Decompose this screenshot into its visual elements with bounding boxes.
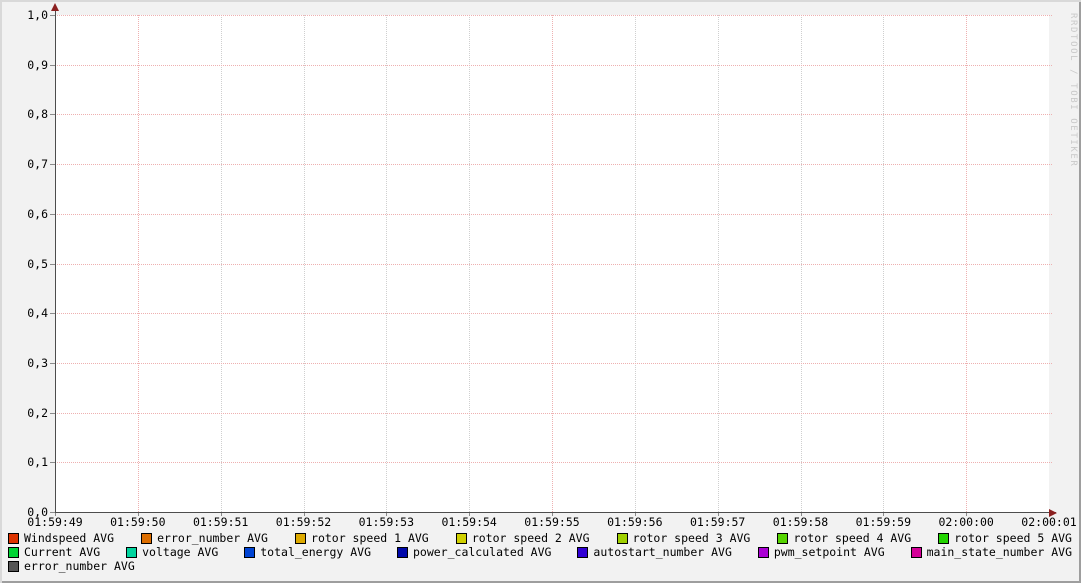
legend: Windspeed AVG error_number AVG rotor speed…: [8, 531, 1072, 573]
legend-item: voltage AVG: [126, 545, 218, 559]
y-axis-arrow-icon: [51, 3, 59, 11]
legend-item: error_number AVG: [141, 531, 268, 545]
y-axis-tick-label: 1,0: [0, 9, 48, 21]
y-axis-tick-label: 0,5: [0, 258, 48, 270]
y-axis-tick-label: 0,1: [0, 456, 48, 468]
x-axis-tick-label: 01:59:58: [766, 516, 836, 528]
legend-color-swatch: [8, 533, 19, 544]
grid-line-horizontal: [55, 264, 1052, 265]
x-axis-tick-label: 01:59:51: [186, 516, 256, 528]
rrdtool-watermark: RRDTOOL / TOBI OETIKER: [1068, 13, 1078, 167]
grid-line-horizontal: [55, 164, 1052, 165]
legend-item-label: rotor speed 3 AVG: [633, 531, 751, 545]
y-axis-tick-label: 0,3: [0, 357, 48, 369]
legend-item-label: voltage AVG: [142, 545, 218, 559]
legend-row: Current AVG voltage AVG total_energy AVG po…: [8, 545, 1072, 559]
legend-item-label: Current AVG: [24, 545, 100, 559]
legend-color-swatch: [141, 533, 152, 544]
x-axis-tick-label: 01:59:53: [351, 516, 421, 528]
legend-item-label: rotor speed 2 AVG: [472, 531, 590, 545]
legend-item: Windspeed AVG: [8, 531, 114, 545]
legend-color-swatch: [244, 547, 255, 558]
grid-line-horizontal: [55, 313, 1052, 314]
legend-item: power_calculated AVG: [397, 545, 551, 559]
legend-color-swatch: [295, 533, 306, 544]
legend-item-label: error_number AVG: [157, 531, 268, 545]
legend-item: pwm_setpoint AVG: [758, 545, 885, 559]
y-axis-tick-label: 0,8: [0, 108, 48, 120]
x-axis-tick-label: 02:00:01: [1014, 516, 1081, 528]
x-axis-tick-label: 01:59:59: [848, 516, 918, 528]
legend-item-label: error_number AVG: [24, 559, 135, 573]
legend-item: autostart_number AVG: [577, 545, 731, 559]
x-axis-tick-label: 01:59:54: [434, 516, 504, 528]
rrdtool-graph: 0,00,10,20,30,40,50,60,70,80,91,001:59:4…: [0, 0, 1081, 583]
legend-color-swatch: [758, 547, 769, 558]
legend-color-swatch: [777, 533, 788, 544]
legend-item-label: pwm_setpoint AVG: [774, 545, 885, 559]
legend-color-swatch: [8, 547, 19, 558]
legend-item: rotor speed 2 AVG: [456, 531, 590, 545]
legend-item: Current AVG: [8, 545, 100, 559]
legend-color-swatch: [617, 533, 628, 544]
legend-item: rotor speed 4 AVG: [777, 531, 911, 545]
legend-row: Windspeed AVG error_number AVG rotor speed…: [8, 531, 1072, 545]
grid-line-horizontal: [55, 413, 1052, 414]
legend-item: total_energy AVG: [244, 545, 371, 559]
legend-item-label: autostart_number AVG: [593, 545, 731, 559]
grid-line-horizontal: [55, 15, 1052, 16]
legend-item-label: total_energy AVG: [260, 545, 371, 559]
y-axis-tick-label: 0,4: [0, 307, 48, 319]
y-axis-tick-label: 0,7: [0, 158, 48, 170]
legend-color-swatch: [911, 547, 922, 558]
legend-color-swatch: [397, 547, 408, 558]
legend-color-swatch: [938, 533, 949, 544]
legend-color-swatch: [126, 547, 137, 558]
legend-item-label: rotor speed 1 AVG: [311, 531, 429, 545]
x-axis-tick-label: 01:59:55: [517, 516, 587, 528]
grid-line-horizontal: [55, 65, 1052, 66]
x-axis-tick-label: 01:59:50: [103, 516, 173, 528]
legend-color-swatch: [8, 561, 19, 572]
legend-item-label: power_calculated AVG: [413, 545, 551, 559]
y-axis-line: [55, 9, 56, 513]
legend-item-label: main_state_number AVG: [927, 545, 1072, 559]
y-axis-tick-label: 0,6: [0, 208, 48, 220]
legend-item: error_number AVG: [8, 559, 135, 573]
legend-item: main_state_number AVG: [911, 545, 1072, 559]
legend-item: rotor speed 1 AVG: [295, 531, 429, 545]
legend-color-swatch: [456, 533, 467, 544]
y-axis-tick-label: 0,9: [0, 59, 48, 71]
x-axis-tick-label: 01:59:56: [600, 516, 670, 528]
grid-line-horizontal: [55, 114, 1052, 115]
y-axis-tick-label: 0,2: [0, 407, 48, 419]
legend-item: rotor speed 3 AVG: [617, 531, 751, 545]
x-axis-tick-label: 02:00:00: [931, 516, 1001, 528]
x-axis-tick-label: 01:59:52: [269, 516, 339, 528]
legend-item-label: rotor speed 4 AVG: [793, 531, 911, 545]
grid-line-horizontal: [55, 363, 1052, 364]
grid-line-horizontal: [55, 214, 1052, 215]
grid-line-horizontal: [55, 462, 1052, 463]
x-axis-line: [55, 512, 1056, 513]
x-axis-tick-label: 01:59:57: [683, 516, 753, 528]
legend-item-label: Windspeed AVG: [24, 531, 114, 545]
legend-color-swatch: [577, 547, 588, 558]
legend-item-label: rotor speed 5 AVG: [954, 531, 1072, 545]
legend-row: error_number AVG: [8, 559, 1072, 573]
x-axis-tick-label: 01:59:49: [20, 516, 90, 528]
legend-item: rotor speed 5 AVG: [938, 531, 1072, 545]
